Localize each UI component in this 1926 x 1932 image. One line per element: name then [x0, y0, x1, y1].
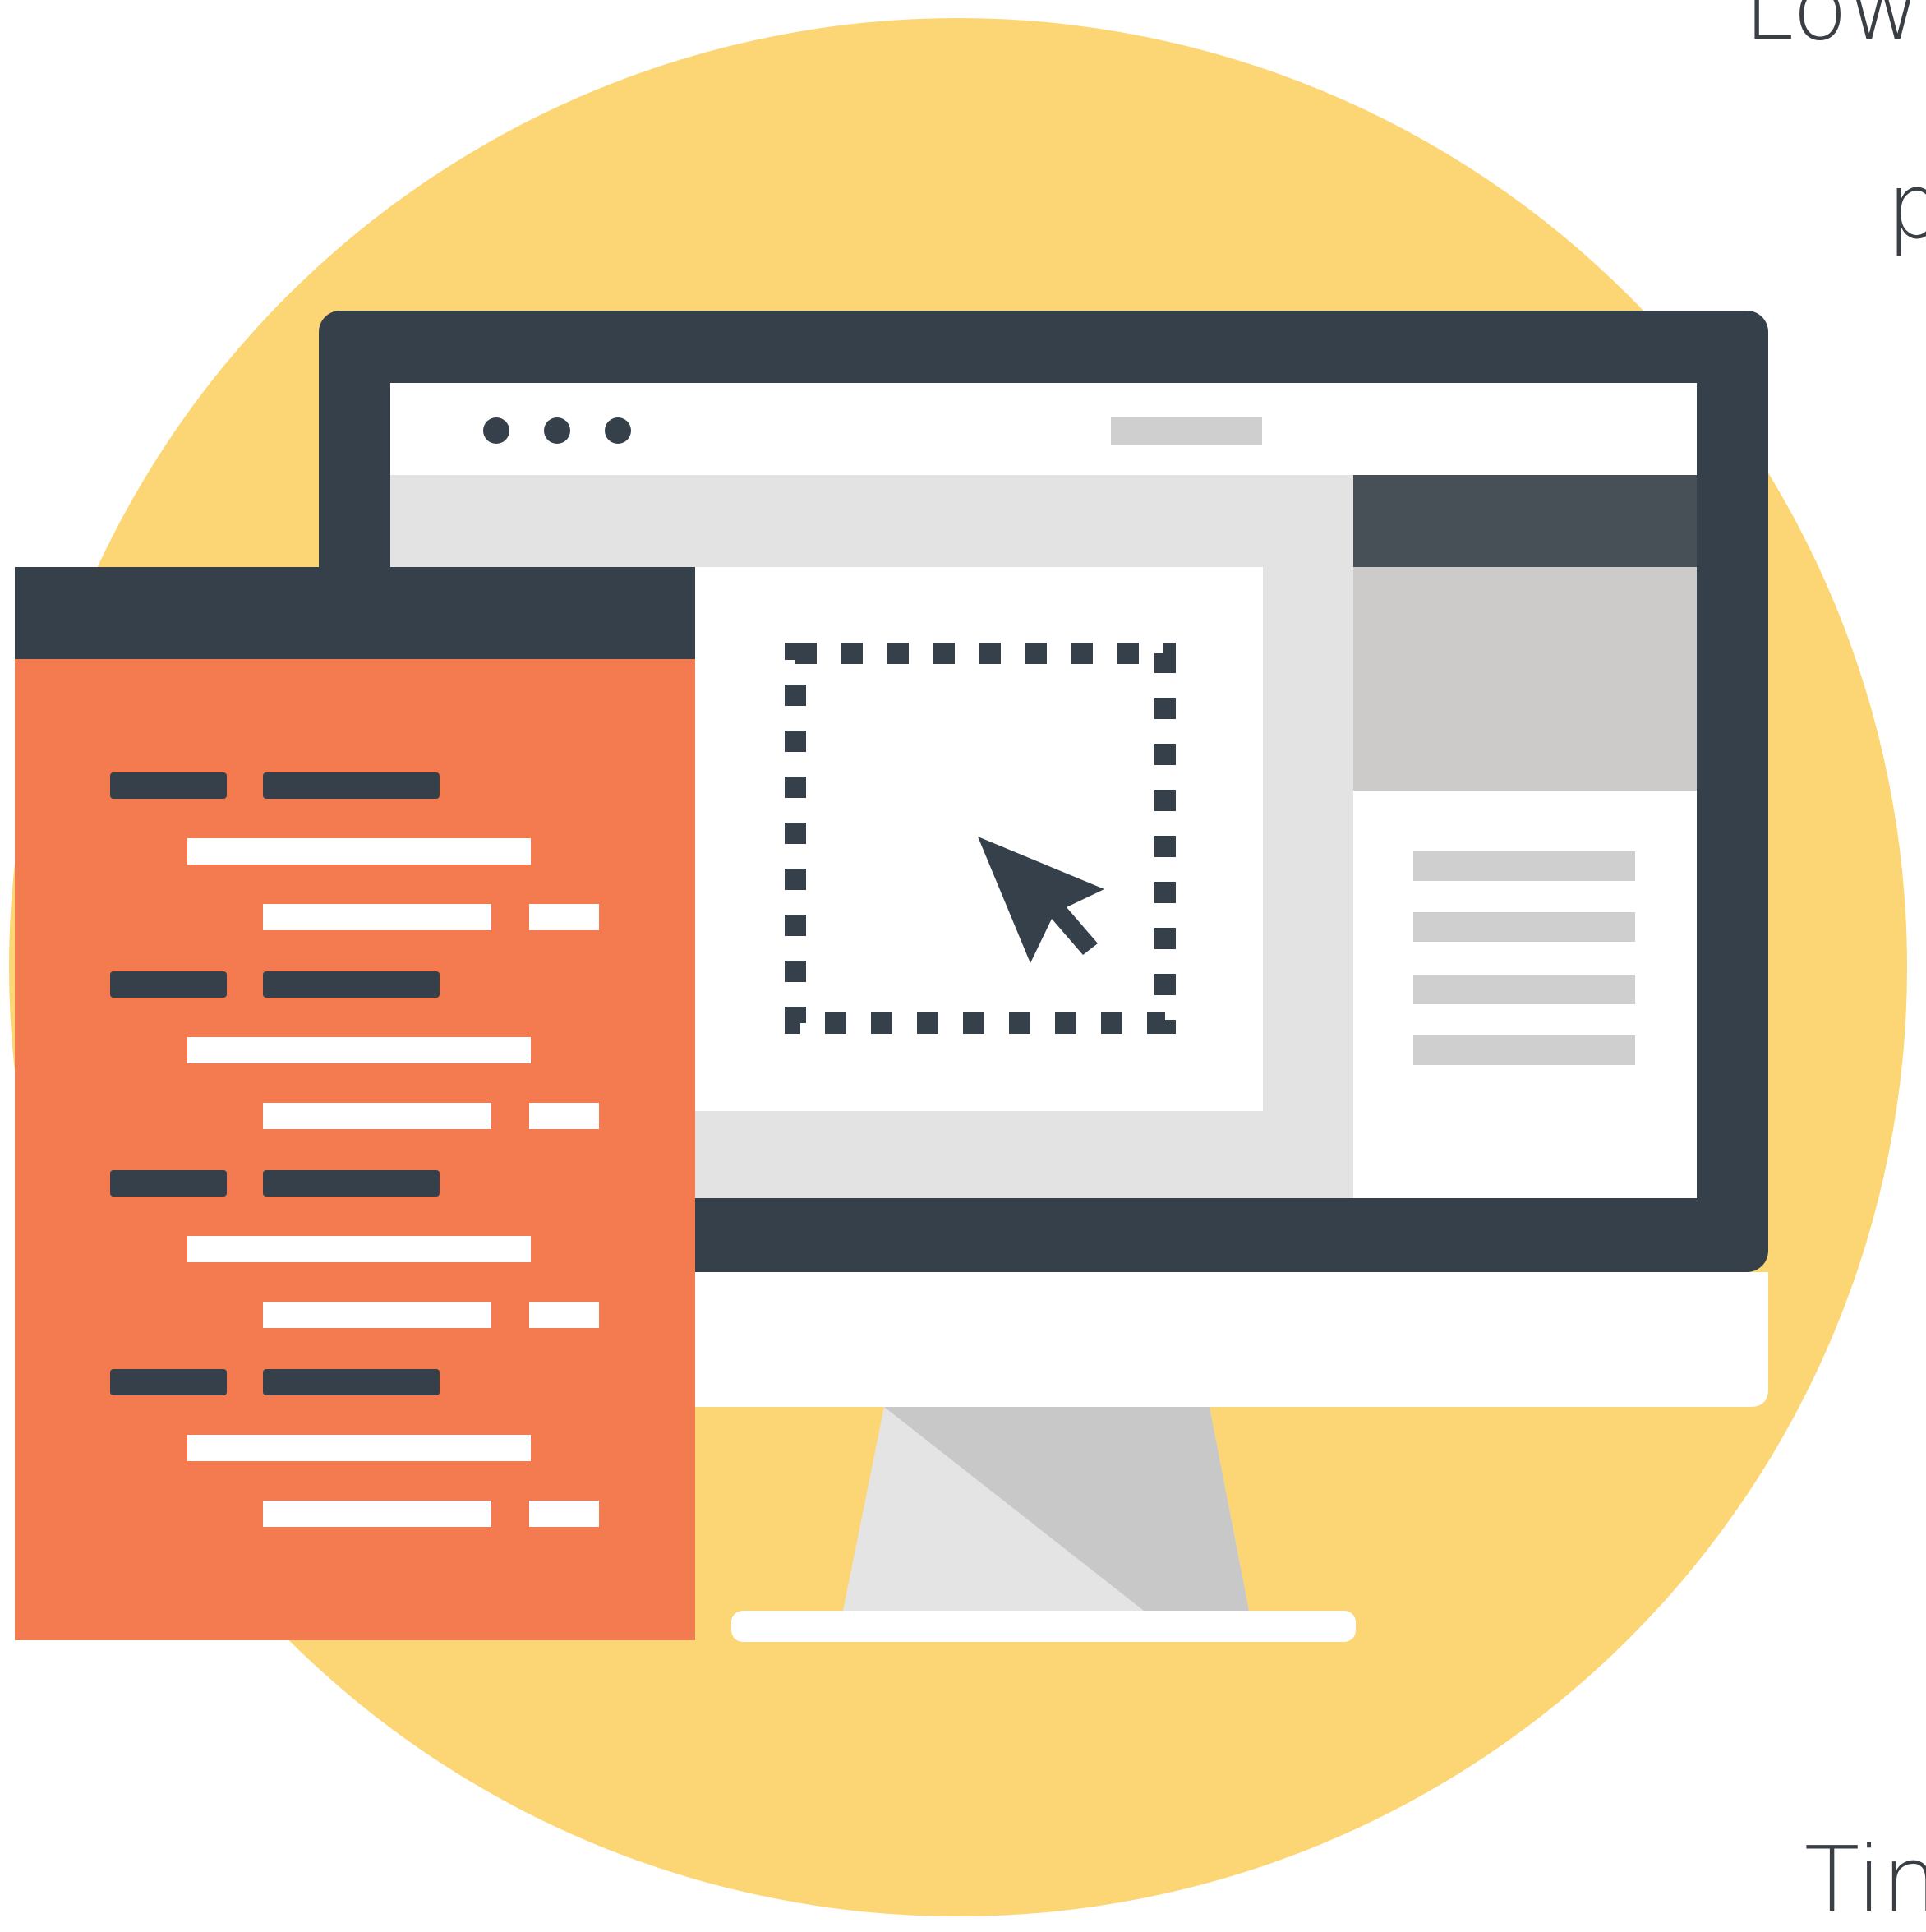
sidebar-image: [1353, 567, 1697, 791]
stand-base: [731, 1611, 1356, 1642]
web-design-illustration: [9, 18, 1907, 1916]
sidebar-header: [1353, 475, 1697, 567]
cropped-subheading-text: p: [1887, 154, 1926, 259]
cropped-heading-text: Low: [1744, 0, 1922, 60]
dots-icon: [483, 417, 631, 444]
code-panel-header: [15, 567, 695, 659]
address-bar: [1111, 417, 1262, 445]
cropped-footer-text: Tin: [1804, 1827, 1926, 1932]
browser-top-bar: [390, 383, 1697, 475]
